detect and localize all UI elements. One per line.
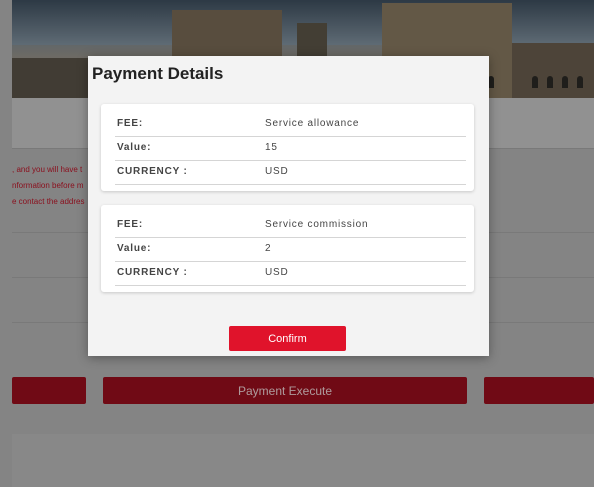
fee-card-1: FEE: Service allowance Value: 15 CURRENC…	[101, 104, 474, 191]
value-amount: 2	[265, 243, 272, 254]
fee-value: Service commission	[265, 219, 369, 230]
payment-details-modal: Payment Details FEE: Service allowance V…	[88, 56, 489, 356]
value-row: Value: 2	[115, 237, 466, 262]
value-amount: 15	[265, 142, 278, 153]
fee-row: FEE: Service commission	[115, 213, 466, 238]
fee-card-2: FEE: Service commission Value: 2 CURRENC…	[101, 205, 474, 292]
fee-row: FEE: Service allowance	[115, 112, 466, 137]
value-label: Value:	[117, 243, 152, 254]
currency-value: USD	[265, 166, 289, 177]
currency-value: USD	[265, 267, 289, 278]
confirm-button[interactable]: Confirm	[229, 326, 346, 351]
currency-label: CURRENCY :	[117, 267, 188, 278]
currency-row: CURRENCY : USD	[115, 160, 466, 185]
fee-label: FEE:	[117, 118, 143, 129]
page: , and you will have t nformation before …	[0, 0, 594, 487]
value-row: Value: 15	[115, 136, 466, 161]
fee-value: Service allowance	[265, 118, 360, 129]
currency-row: CURRENCY : USD	[115, 261, 466, 286]
fee-label: FEE:	[117, 219, 143, 230]
modal-title: Payment Details	[92, 64, 224, 83]
currency-label: CURRENCY :	[117, 166, 188, 177]
value-label: Value:	[117, 142, 152, 153]
